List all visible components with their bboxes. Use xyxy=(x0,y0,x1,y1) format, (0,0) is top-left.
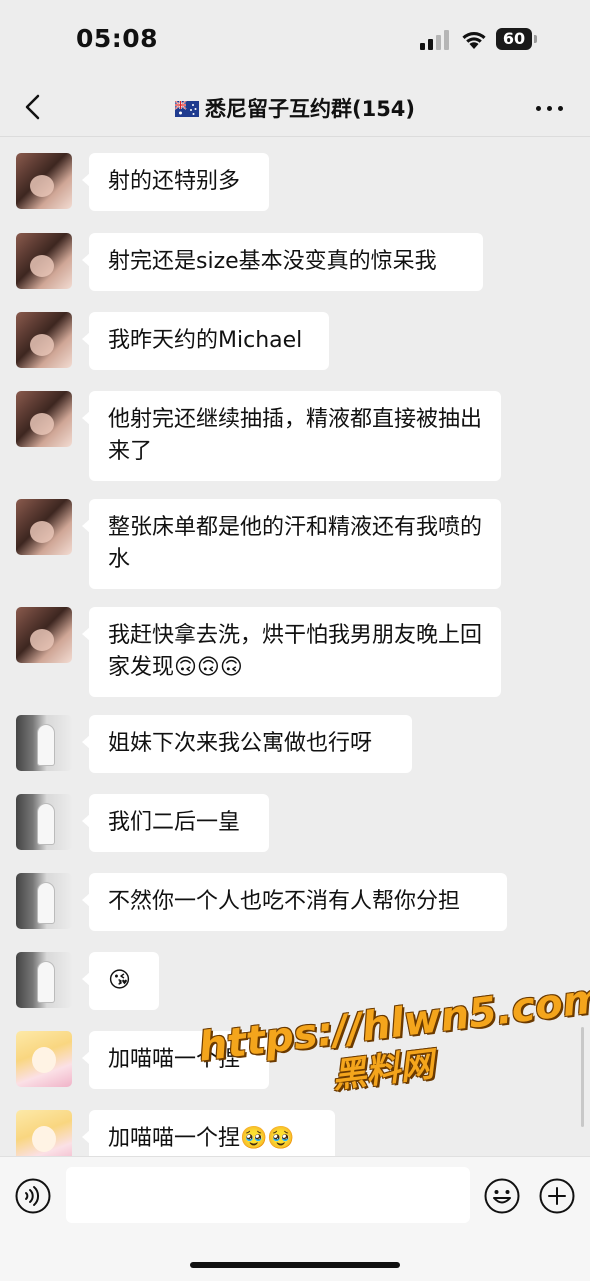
sender-avatar[interactable] xyxy=(16,873,72,929)
scrollbar-thumb[interactable] xyxy=(581,1027,584,1127)
input-bar xyxy=(0,1156,590,1281)
message-bubble[interactable]: 😘 xyxy=(82,952,159,1010)
sender-avatar[interactable] xyxy=(16,607,72,663)
chat-header: 悉尼留子互约群(154) xyxy=(0,80,590,137)
cellular-signal-icon xyxy=(420,30,449,50)
australia-flag-icon xyxy=(174,101,199,117)
voice-input-icon[interactable] xyxy=(15,1178,51,1214)
battery-level: 60 xyxy=(496,28,532,50)
sender-avatar[interactable] xyxy=(16,233,72,289)
message-bubble[interactable]: 射完还是size基本没变真的惊呆我 xyxy=(82,233,483,291)
battery-tip xyxy=(534,35,537,43)
sender-avatar[interactable] xyxy=(16,1110,72,1157)
status-time: 05:08 xyxy=(76,24,159,53)
sender-avatar[interactable] xyxy=(16,952,72,1008)
more-options-icon[interactable] xyxy=(534,94,566,122)
message-bubble[interactable]: 加喵喵一个捏🥹🥹 xyxy=(82,1110,335,1157)
group-title-text: 悉尼留子互约群(154) xyxy=(204,97,416,121)
add-more-icon[interactable] xyxy=(539,1178,575,1214)
message-bubble[interactable]: 整张床单都是他的汗和精液还有我喷的水 xyxy=(82,499,501,589)
message-input[interactable] xyxy=(66,1167,470,1223)
sender-avatar[interactable] xyxy=(16,153,72,209)
sender-avatar[interactable] xyxy=(16,499,72,555)
sender-avatar[interactable] xyxy=(16,715,72,771)
message-bubble[interactable]: 他射完还继续抽插，精液都直接被抽出来了 xyxy=(82,391,501,481)
status-bar: 05:08 60 xyxy=(0,0,590,80)
wifi-icon xyxy=(462,32,486,49)
sender-avatar[interactable] xyxy=(16,391,72,447)
sender-avatar[interactable] xyxy=(16,1031,72,1087)
message-list[interactable]: 射的还特别多 射完还是size基本没变真的惊呆我 我昨天约的Michael 他射… xyxy=(0,137,590,1157)
group-title: 悉尼留子互约群(154) xyxy=(0,93,590,123)
message-bubble[interactable]: 我昨天约的Michael xyxy=(82,312,329,370)
message-bubble[interactable]: 不然你一个人也吃不消有人帮你分担 xyxy=(82,873,507,931)
home-indicator xyxy=(190,1262,400,1268)
message-bubble[interactable]: 姐妹下次来我公寓做也行呀 xyxy=(82,715,412,773)
emoji-icon[interactable] xyxy=(484,1178,520,1214)
message-bubble[interactable]: 我赶快拿去洗，烘干怕我男朋友晚上回家发现🙃🙃🙃 xyxy=(82,607,501,697)
message-bubble[interactable]: 我们二后一皇 xyxy=(82,794,269,852)
message-bubble[interactable]: 加喵喵一个捏 xyxy=(82,1031,269,1089)
sender-avatar[interactable] xyxy=(16,312,72,368)
message-bubble[interactable]: 射的还特别多 xyxy=(82,153,269,211)
sender-avatar[interactable] xyxy=(16,794,72,850)
